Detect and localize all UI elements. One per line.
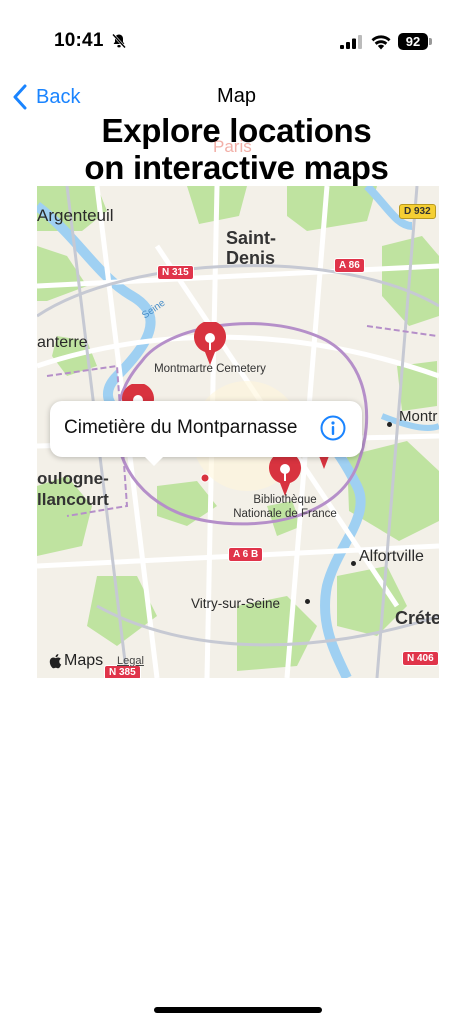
maps-attribution: Maps bbox=[49, 652, 103, 670]
map-label-montreuil: Montr bbox=[399, 408, 438, 425]
battery-level: 92 bbox=[398, 33, 428, 50]
navigation-bar: Back Map bbox=[0, 78, 473, 114]
map-label-creteil: Créte bbox=[395, 608, 439, 628]
battery-icon: 92 bbox=[398, 33, 432, 50]
nav-title: Map bbox=[217, 85, 256, 107]
legal-link[interactable]: Legal bbox=[117, 655, 144, 667]
info-circle-icon[interactable] bbox=[320, 415, 346, 441]
home-indicator[interactable] bbox=[154, 1007, 322, 1013]
road-badge-n406: N 406 bbox=[402, 651, 439, 666]
cellular-signal-icon bbox=[340, 35, 362, 49]
map-label-nanterre: anterre bbox=[37, 334, 88, 351]
bell-slash-icon bbox=[112, 33, 126, 49]
map-label-saint-denis-1: Saint- bbox=[226, 228, 277, 248]
status-time: 10:41 bbox=[54, 30, 104, 51]
heading-line-2: on interactive maps bbox=[84, 149, 389, 186]
poi-label-montmartre: Montmartre Cemetery bbox=[154, 363, 266, 375]
road-badge-a86: A 86 bbox=[334, 258, 365, 273]
road-badge-a6b: A 6 B bbox=[228, 547, 264, 562]
heading-line-1: Explore locations bbox=[101, 112, 372, 149]
map-label-saint-denis-2: Denis bbox=[226, 248, 276, 268]
callout-title: Cimetière du Montparnasse bbox=[64, 417, 298, 438]
wifi-icon bbox=[371, 35, 391, 50]
status-bar: 10:41 92 bbox=[0, 0, 473, 70]
road-badge-n315: N 315 bbox=[157, 265, 194, 280]
map-pin-montmartre[interactable] bbox=[193, 322, 227, 366]
poi-label-bnf-2: Nationale de France bbox=[233, 508, 337, 520]
map-dot-montreuil bbox=[387, 422, 392, 427]
map-pin-bnf[interactable] bbox=[268, 453, 302, 497]
page-heading: Explore locations on interactive maps bbox=[30, 112, 443, 186]
map-label-alfortville: Alfortville bbox=[359, 548, 424, 565]
map-dot-vitry bbox=[305, 599, 310, 604]
callout-tail bbox=[143, 455, 165, 466]
maps-word: Maps bbox=[64, 652, 104, 669]
road-badge-d932: D 932 bbox=[399, 204, 436, 219]
map-label-vitry: Vitry-sur-Seine bbox=[191, 596, 281, 611]
map-label-boulogne-1: oulogne- bbox=[37, 469, 109, 488]
map-label-argenteuil: Argenteuil bbox=[37, 206, 114, 225]
poi-label-bnf-1: Bibliothèque bbox=[253, 494, 317, 506]
map-dot-alfortville bbox=[351, 561, 356, 566]
apple-logo-icon bbox=[49, 654, 62, 669]
map-label-boulogne-2: llancourt bbox=[37, 490, 109, 509]
location-callout[interactable]: Cimetière du Montparnasse bbox=[50, 401, 362, 457]
